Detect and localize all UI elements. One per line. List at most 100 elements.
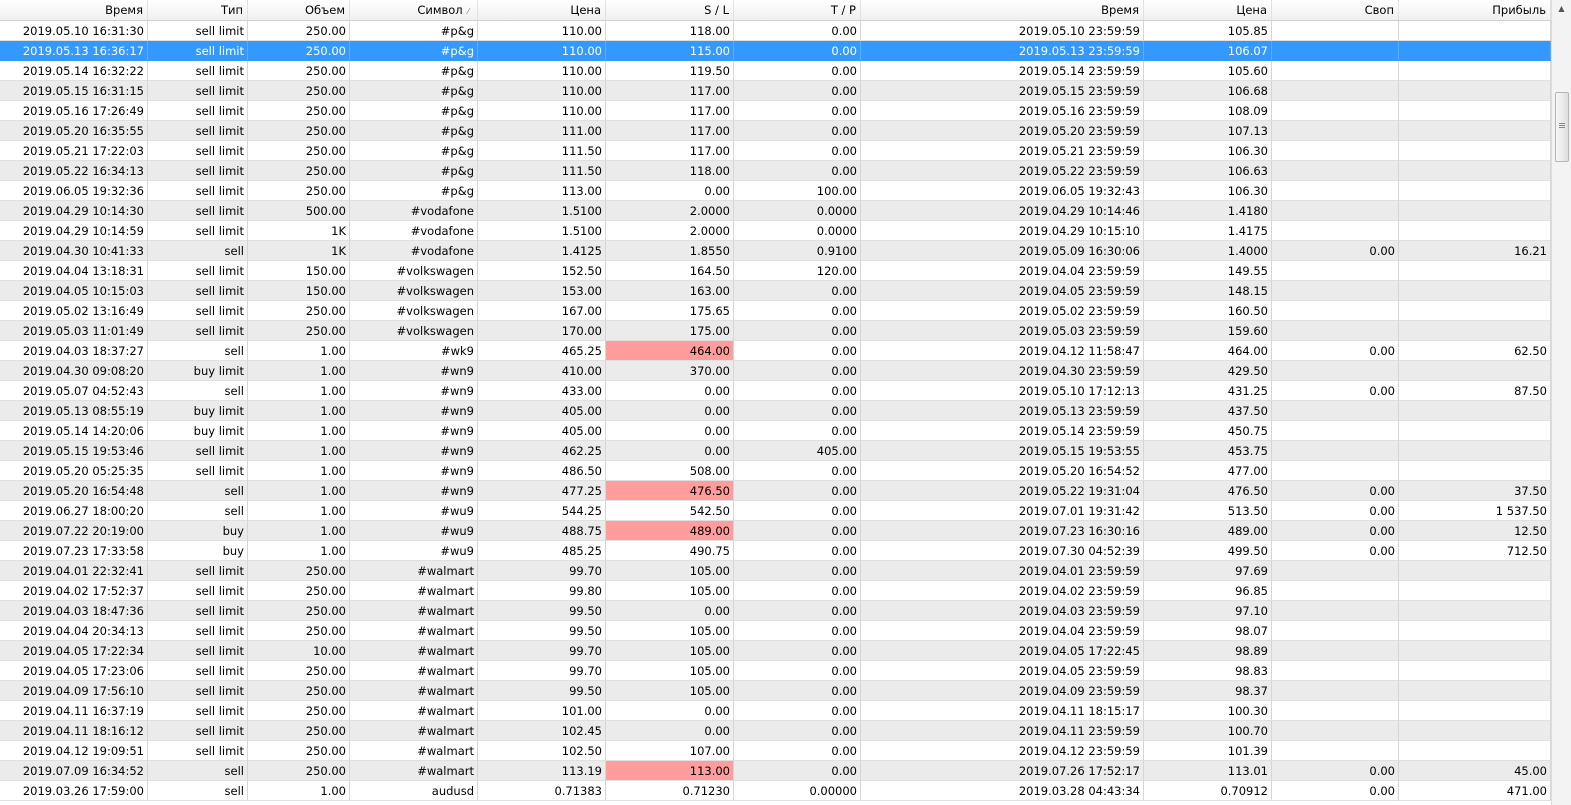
cell-price: 544.25 [478, 501, 606, 521]
col-header-volume[interactable]: Объем [248, 0, 350, 20]
scroll-up-arrow-icon[interactable]: ▲ [1552, 0, 1571, 18]
col-header-close-price[interactable]: Цена [1144, 0, 1272, 20]
table-row[interactable]: 2019.04.05 17:22:34 sell limit 10.00 #walma… [0, 641, 1551, 661]
cell-tp: 0.00 [734, 661, 861, 681]
table-row[interactable]: 2019.05.14 16:32:22 sell limit 250.00 #p&g 1… [0, 61, 1551, 81]
cell-time: 2019.05.15 16:31:15 [0, 81, 148, 101]
cell-symbol: #walmart [350, 721, 478, 741]
cell-tp: 0.00 [734, 141, 861, 161]
table-row[interactable]: 2019.05.15 16:31:15 sell limit 250.00 #p&g 1… [0, 81, 1551, 101]
cell-volume: 250.00 [248, 741, 350, 761]
cell-profit [1399, 301, 1551, 321]
table-row[interactable]: 2019.04.05 17:23:06 sell limit 250.00 #walm… [0, 661, 1551, 681]
cell-symbol: #p&g [350, 61, 478, 81]
table-row[interactable]: 2019.04.02 17:52:37 sell limit 250.00 #walm… [0, 581, 1551, 601]
cell-profit [1399, 201, 1551, 221]
table-row[interactable]: 2019.05.02 13:16:49 sell limit 250.00 #volk… [0, 301, 1551, 321]
table-row[interactable]: 2019.03.26 17:59:00 sell 1.00 audusd 0.71383… [0, 781, 1551, 801]
cell-tp: 0.0000 [734, 221, 861, 241]
cell-volume: 250.00 [248, 761, 350, 781]
cell-tp: 0.00 [734, 161, 861, 181]
col-header-sl[interactable]: S / L [606, 0, 734, 20]
cell-time: 2019.04.30 10:41:33 [0, 241, 148, 261]
col-header-symbol[interactable]: Символ ⁄ [350, 0, 478, 20]
cell-volume: 250.00 [248, 601, 350, 621]
table-row[interactable]: 2019.05.07 04:52:43 sell 1.00 #wn9 433.00 0.0… [0, 381, 1551, 401]
cell-close-time: 2019.05.15 23:59:59 [861, 81, 1144, 101]
vertical-scrollbar[interactable]: ▲ [1551, 0, 1571, 805]
col-header-type[interactable]: Тип [148, 0, 248, 20]
table-row[interactable]: 2019.05.10 16:31:30 sell limit 250.00 #p&g 1… [0, 21, 1551, 41]
cell-sl: 105.00 [606, 641, 734, 661]
cell-type: sell limit [148, 561, 248, 581]
table-row[interactable]: 2019.05.14 14:20:06 buy limit 1.00 #wn9 405.… [0, 421, 1551, 441]
cell-price: 433.00 [478, 381, 606, 401]
table-row[interactable]: 2019.06.27 18:00:20 sell 1.00 #wu9 544.25 542… [0, 501, 1551, 521]
cell-tp: 0.00 [734, 721, 861, 741]
table-row[interactable]: 2019.04.03 18:47:36 sell limit 250.00 #walm… [0, 601, 1551, 621]
cell-profit [1399, 661, 1551, 681]
table-row[interactable]: 2019.05.16 17:26:49 sell limit 250.00 #p&g 1… [0, 101, 1551, 121]
table-row[interactable]: 2019.07.23 17:33:58 buy 1.00 #wu9 485.25 490.… [0, 541, 1551, 561]
cell-symbol: #walmart [350, 741, 478, 761]
table-row[interactable]: 2019.07.22 20:19:00 buy 1.00 #wu9 488.75 489.… [0, 521, 1551, 541]
cell-sl: 175.00 [606, 321, 734, 341]
table-row[interactable]: 2019.04.04 13:18:31 sell limit 150.00 #volk… [0, 261, 1551, 281]
table-row[interactable]: 2019.04.05 10:15:03 sell limit 150.00 #volk… [0, 281, 1551, 301]
table-row[interactable]: 2019.04.04 20:34:13 sell limit 250.00 #walm… [0, 621, 1551, 641]
table-row[interactable]: 2019.05.03 11:01:49 sell limit 250.00 #volk… [0, 321, 1551, 341]
cell-time: 2019.05.03 11:01:49 [0, 321, 148, 341]
cell-price: 170.00 [478, 321, 606, 341]
cell-swap [1272, 361, 1399, 381]
cell-type: sell limit [148, 101, 248, 121]
col-header-swap[interactable]: Своп [1272, 0, 1399, 20]
cell-time: 2019.05.20 16:54:48 [0, 481, 148, 501]
table-row[interactable]: 2019.04.29 10:14:30 sell limit 500.00 #voda… [0, 201, 1551, 221]
table-row[interactable]: 2019.07.09 16:34:52 sell 250.00 #walmart 113… [0, 761, 1551, 781]
table-row[interactable]: 2019.04.09 17:56:10 sell limit 250.00 #walm… [0, 681, 1551, 701]
table-row[interactable]: 2019.04.30 09:08:20 buy limit 1.00 #wn9 410.… [0, 361, 1551, 381]
cell-volume: 1.00 [248, 541, 350, 561]
col-header-label: Символ [417, 3, 463, 17]
cell-profit [1399, 641, 1551, 661]
table-row[interactable]: 2019.06.05 19:32:36 sell limit 250.00 #p&g 1… [0, 181, 1551, 201]
cell-tp: 100.00 [734, 181, 861, 201]
cell-price: 99.80 [478, 581, 606, 601]
cell-volume: 500.00 [248, 201, 350, 221]
cell-close-time: 2019.05.16 23:59:59 [861, 101, 1144, 121]
table-header: Время Тип Объем Символ ⁄ Цена S / L T / P… [0, 0, 1551, 21]
cell-time: 2019.04.01 22:32:41 [0, 561, 148, 581]
table-row[interactable]: 2019.04.12 19:09:51 sell limit 250.00 #walm… [0, 741, 1551, 761]
table-row[interactable]: 2019.05.13 16:36:17 sell limit 250.00 #p&g 1… [0, 41, 1551, 61]
table-row[interactable]: 2019.05.15 19:53:46 sell limit 1.00 #wn9 462… [0, 441, 1551, 461]
table-row[interactable]: 2019.05.20 16:35:55 sell limit 250.00 #p&g 1… [0, 121, 1551, 141]
col-header-time[interactable]: Время [0, 0, 148, 20]
cell-close-price: 149.55 [1144, 261, 1272, 281]
cell-volume: 250.00 [248, 41, 350, 61]
cell-profit: 45.00 [1399, 761, 1551, 781]
col-header-label: Объем [304, 3, 345, 17]
table-row[interactable]: 2019.04.03 18:37:27 sell 1.00 #wk9 465.25 464… [0, 341, 1551, 361]
col-header-profit[interactable]: Прибыль [1399, 0, 1551, 20]
cell-close-price: 113.01 [1144, 761, 1272, 781]
table-row[interactable]: 2019.05.20 05:25:35 sell limit 1.00 #wn9 486… [0, 461, 1551, 481]
cell-price: 488.75 [478, 521, 606, 541]
table-row[interactable]: 2019.05.20 16:54:48 sell 1.00 #wn9 477.25 476… [0, 481, 1551, 501]
cell-profit [1399, 361, 1551, 381]
col-header-tp[interactable]: T / P [734, 0, 861, 20]
table-row[interactable]: 2019.04.01 22:32:41 sell limit 250.00 #walm… [0, 561, 1551, 581]
col-header-price[interactable]: Цена [478, 0, 606, 20]
table-row[interactable]: 2019.05.21 17:22:03 sell limit 250.00 #p&g 1… [0, 141, 1551, 161]
table-row[interactable]: 2019.04.11 16:37:19 sell limit 250.00 #walm… [0, 701, 1551, 721]
cell-price: 110.00 [478, 41, 606, 61]
table-row[interactable]: 2019.04.30 10:41:33 sell 1K #vodafone 1.4125… [0, 241, 1551, 261]
scrollbar-thumb[interactable] [1555, 92, 1569, 162]
cell-tp: 0.00 [734, 481, 861, 501]
col-header-close-time[interactable]: Время [861, 0, 1144, 20]
table-row[interactable]: 2019.04.11 18:16:12 sell limit 250.00 #walm… [0, 721, 1551, 741]
table-row[interactable]: 2019.05.22 16:34:13 sell limit 250.00 #p&g 1… [0, 161, 1551, 181]
table-row[interactable]: 2019.04.29 10:14:59 sell limit 1K #vodafone… [0, 221, 1551, 241]
cell-time: 2019.05.21 17:22:03 [0, 141, 148, 161]
table-row[interactable]: 2019.05.13 08:55:19 buy limit 1.00 #wn9 405.… [0, 401, 1551, 421]
cell-symbol: #wn9 [350, 421, 478, 441]
